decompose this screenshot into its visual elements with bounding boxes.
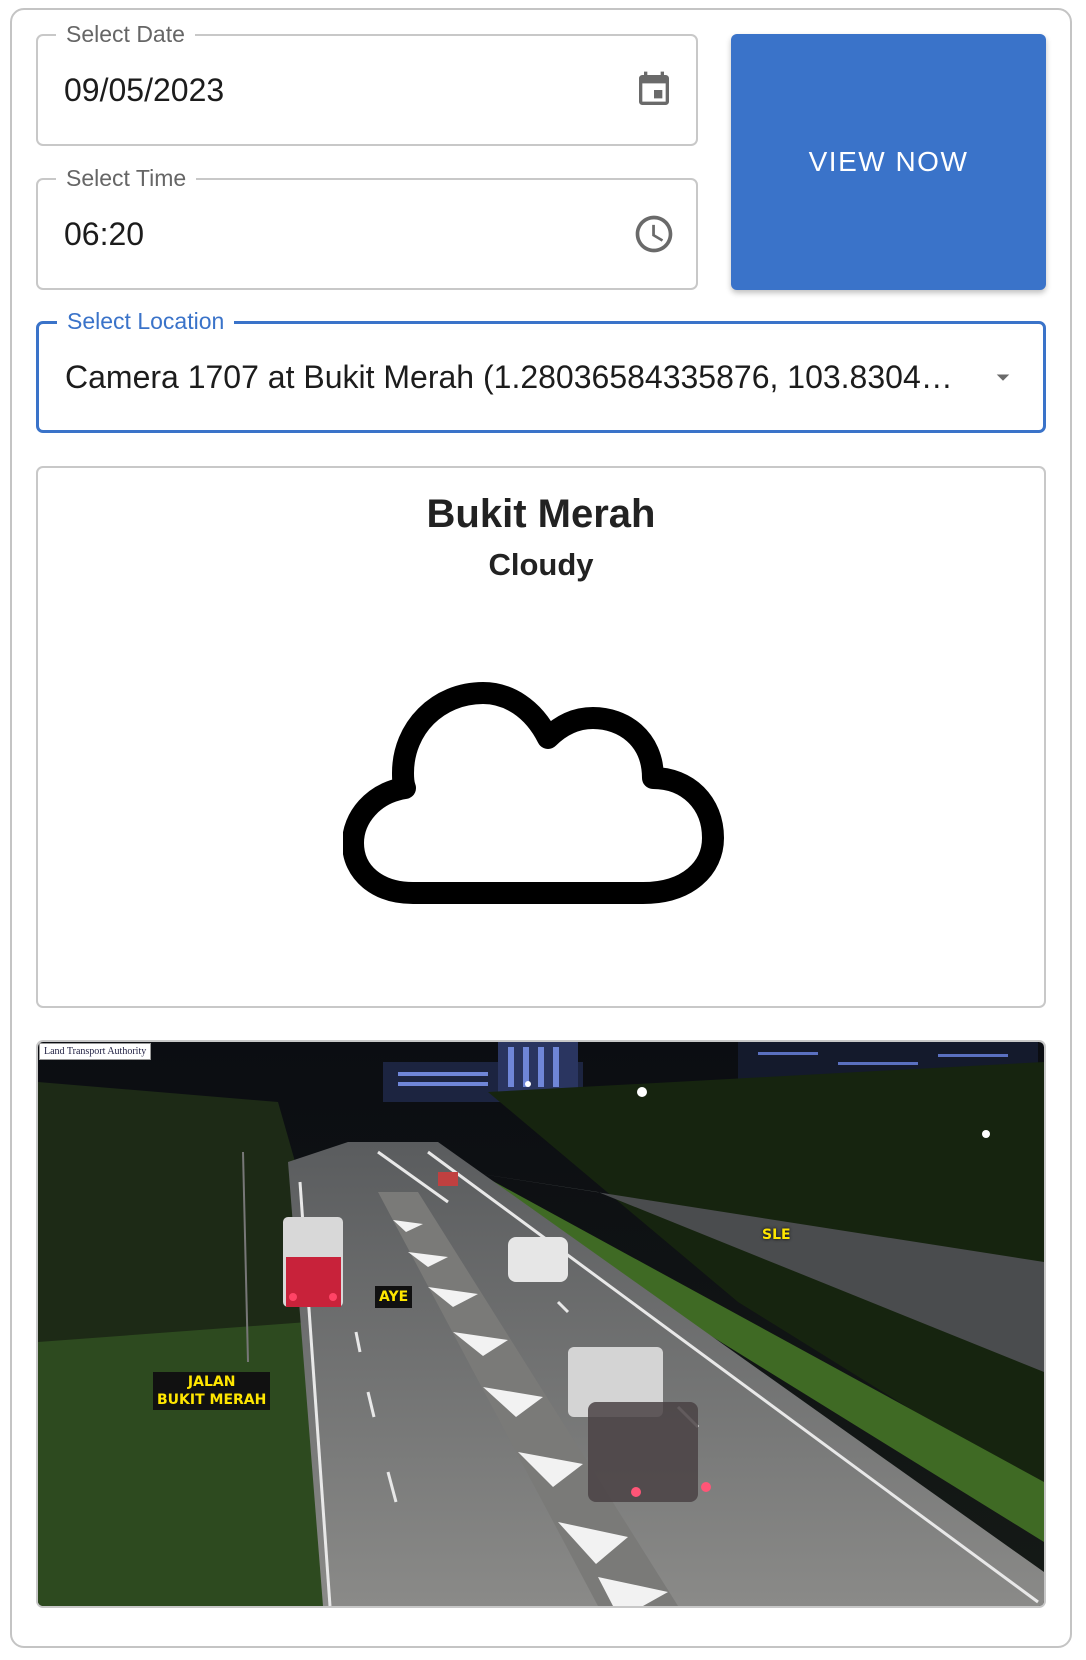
location-select[interactable]: Select Location Camera 1707 at Bukit Mer… (36, 306, 1046, 433)
date-field[interactable]: Select Date 09/05/2023 (36, 19, 698, 146)
location-value[interactable]: Camera 1707 at Bukit Merah (1.2803658433… (65, 324, 953, 430)
road-label-jalan-bukit-merah: JALAN BUKIT MERAH (153, 1372, 271, 1410)
lta-watermark: Land Transport Authority (39, 1043, 152, 1060)
date-value[interactable]: 09/05/2023 (64, 36, 224, 144)
cloud-icon (342, 678, 743, 918)
weather-area-title: Bukit Merah (426, 492, 656, 536)
road-label-sle: SLE (762, 1227, 791, 1243)
traffic-camera-image: Land Transport Authority AYE SLE JALAN B… (36, 1040, 1046, 1608)
time-field[interactable]: Select Time 06:20 (36, 163, 698, 290)
time-value[interactable]: 06:20 (64, 180, 144, 288)
dropdown-arrow-icon[interactable] (981, 355, 1025, 399)
road-label-jalan-line2: BUKIT MERAH (157, 1392, 267, 1408)
road-label-aye: AYE (375, 1286, 413, 1308)
weather-condition: Cloudy (488, 547, 594, 582)
weather-card: Bukit Merah Cloudy (36, 466, 1046, 1008)
view-now-button[interactable]: VIEW NOW (731, 34, 1046, 290)
calendar-icon[interactable] (632, 68, 676, 112)
clock-icon[interactable] (632, 212, 676, 256)
road-label-jalan-line1: JALAN (187, 1374, 236, 1390)
